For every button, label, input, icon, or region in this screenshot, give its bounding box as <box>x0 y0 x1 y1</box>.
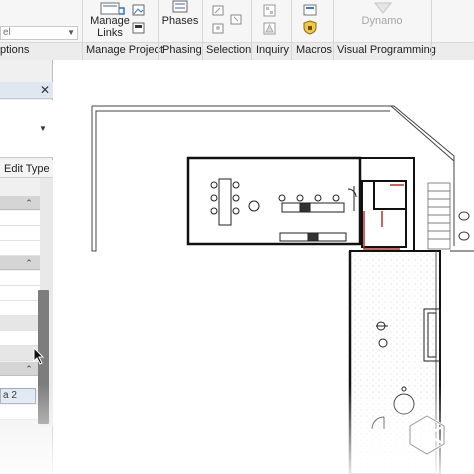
property-row[interactable] <box>0 226 40 241</box>
panel-separator <box>333 0 334 60</box>
chevron-down-icon: ▼ <box>67 28 75 37</box>
select-elements-icon[interactable] <box>212 22 226 39</box>
macro-manager-icon[interactable] <box>303 4 319 21</box>
red-walls <box>363 184 404 250</box>
ribbon-dropdown-value: el <box>3 27 11 38</box>
select-links-icon[interactable] <box>212 4 226 21</box>
property-row[interactable] <box>0 211 40 226</box>
group-label-phasing: Phasing <box>162 44 202 56</box>
property-row[interactable] <box>0 271 40 286</box>
group-label-inquiry: Inquiry <box>256 44 290 56</box>
manage-links-button[interactable]: Manage Links <box>88 15 132 39</box>
ribbon: el ▼ ptions Manage Links Manage Project … <box>0 0 474 60</box>
panel-separator <box>291 0 292 60</box>
core-rooms <box>360 157 415 251</box>
property-row[interactable] <box>0 286 40 301</box>
group-label-visual-programming: Visual Programming <box>337 44 436 56</box>
manage-images-icon[interactable] <box>132 4 146 21</box>
panel-separator <box>251 0 252 60</box>
warnings-icon[interactable] <box>263 22 277 39</box>
stairs <box>427 182 451 250</box>
group-label-options: ptions <box>0 44 30 56</box>
dynamo-button[interactable]: Dynamo <box>356 15 408 27</box>
property-row[interactable] <box>0 331 40 346</box>
panel-separator <box>82 0 83 60</box>
ids-of-selection-icon[interactable] <box>263 4 277 21</box>
panel-separator <box>431 0 432 60</box>
chevron-down-icon[interactable]: ▼ <box>39 124 47 133</box>
property-row[interactable] <box>0 241 40 256</box>
group-label-selection: Selection <box>206 44 252 56</box>
group-label-macros: Macros <box>296 44 333 56</box>
collapse-icon[interactable]: ⌃ <box>23 197 35 209</box>
starting-view-icon[interactable] <box>132 22 146 39</box>
close-icon[interactable]: ✕ <box>38 82 52 98</box>
panel-separator <box>202 0 203 60</box>
property-row[interactable] <box>0 316 40 331</box>
select-pinned-icon[interactable] <box>230 13 244 30</box>
property-row[interactable] <box>0 301 40 316</box>
ribbon-dropdown[interactable]: el ▼ <box>0 26 78 40</box>
collapse-icon[interactable]: ⌃ <box>23 257 35 269</box>
edit-type-button[interactable]: Edit Type <box>4 163 50 175</box>
panel-separator <box>158 0 159 60</box>
selected-property-value[interactable]: a 2 <box>0 388 36 404</box>
macro-security-icon[interactable] <box>303 20 319 39</box>
mouse-cursor-icon <box>33 346 45 368</box>
property-row[interactable] <box>0 405 40 420</box>
watermark-logo-icon <box>404 412 450 461</box>
group-label-manage-project: Manage Project <box>86 44 164 56</box>
phases-button[interactable]: Phases <box>160 15 200 27</box>
